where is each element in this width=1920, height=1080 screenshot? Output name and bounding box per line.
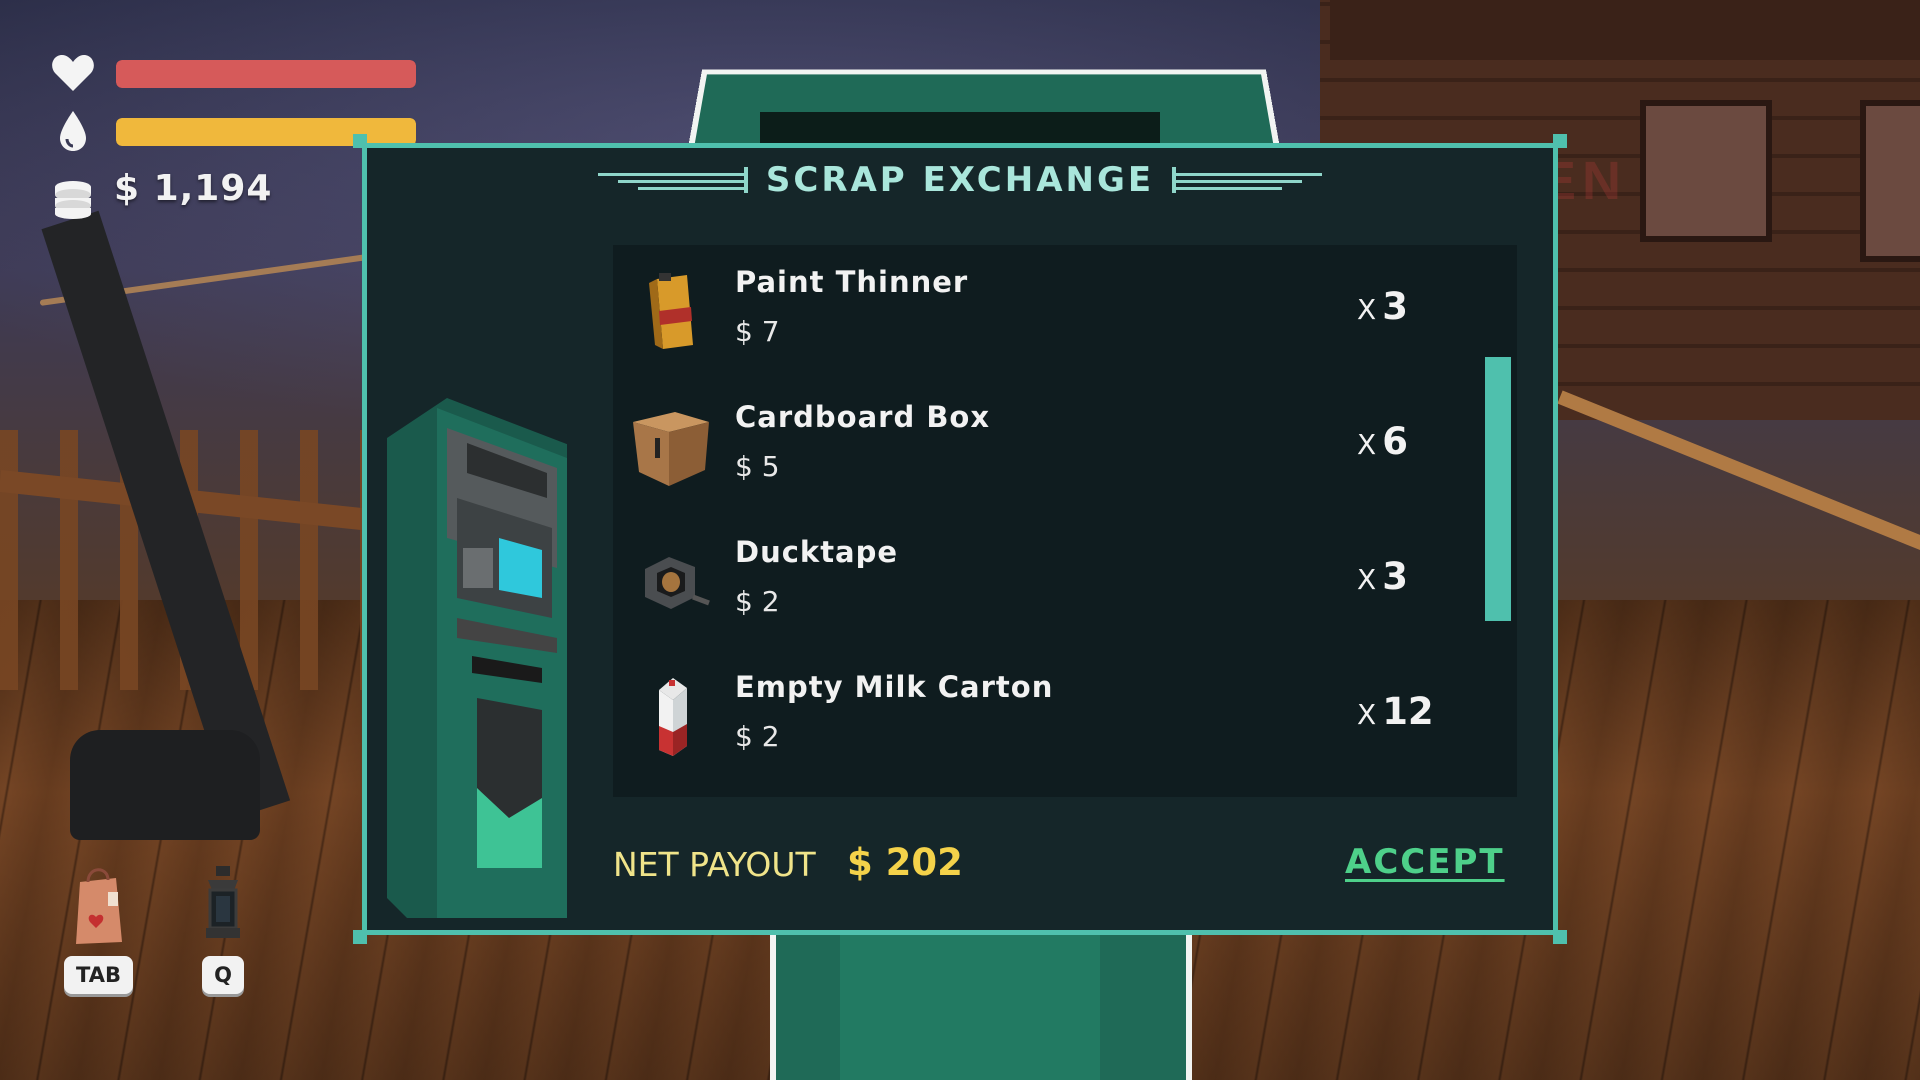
quantity-value: 6	[1382, 420, 1408, 463]
list-scrollbar[interactable]	[1483, 245, 1511, 797]
item-quantity: X6	[1357, 420, 1408, 463]
corner-ornament	[353, 134, 367, 148]
paint-thinner-can-icon	[629, 269, 713, 353]
quantity-prefix: X	[1357, 428, 1377, 461]
item-name: Cardboard Box	[735, 400, 991, 434]
coins-stack-icon	[50, 176, 96, 222]
ducktape-icon	[629, 539, 713, 623]
net-payout-value: $ 202	[847, 841, 963, 884]
building-roof	[1330, 0, 1920, 60]
panel-header: SCRAP EXCHANGE	[367, 160, 1553, 200]
thirst-bar	[116, 118, 416, 146]
water-drop-icon	[50, 108, 96, 154]
quantity-value: 3	[1382, 285, 1408, 328]
scrap-exchange-panel: SCRAP EXCHANGE Paint Thinner $ 7 X 3 Car…	[353, 134, 1567, 944]
hotkey-lantern[interactable]: Q	[198, 862, 248, 994]
list-item[interactable]: Ducktape $ 2 X3	[613, 515, 1473, 645]
item-quantity: X 12	[1357, 690, 1434, 733]
health-bar-fill	[116, 60, 416, 88]
quantity-value: 12	[1382, 690, 1434, 733]
quantity-prefix: X	[1357, 563, 1377, 596]
item-quantity: X3	[1357, 285, 1408, 328]
scrap-item-list[interactable]: Paint Thinner $ 7 X3 Cardboard Box $ 5 X…	[613, 245, 1517, 797]
corner-ornament	[353, 930, 367, 944]
key-q: Q	[202, 956, 244, 994]
list-item[interactable]: Empty Milk Carton $ 2 X 12	[613, 650, 1473, 780]
item-price: $ 7	[735, 315, 780, 348]
title-ornament-right	[1172, 167, 1323, 193]
scrollbar-thumb[interactable]	[1485, 357, 1511, 621]
quantity-prefix: X	[1357, 698, 1377, 731]
money-row: $ 1,194	[50, 168, 271, 222]
lantern-icon	[198, 862, 248, 950]
machine-body-inner	[840, 930, 1100, 1080]
health-row	[50, 50, 416, 96]
list-item[interactable]: Paint Thinner $ 7 X3	[613, 245, 1473, 375]
health-bar	[116, 60, 416, 88]
building-window	[1860, 100, 1920, 262]
hotkey-inventory[interactable]: TAB	[64, 862, 133, 994]
item-name: Ducktape	[735, 535, 899, 569]
list-item[interactable]: Cardboard Box $ 5 X6	[613, 380, 1473, 510]
painting-frame	[1640, 100, 1772, 242]
item-name: Paint Thinner	[735, 265, 969, 299]
item-price: $ 2	[735, 720, 780, 753]
net-payout-label: NET PAYOUT	[613, 845, 816, 884]
panel-title: SCRAP EXCHANGE	[765, 160, 1155, 200]
cardboard-box-icon	[629, 404, 713, 488]
title-ornament-left	[597, 167, 748, 193]
quantity-value: 3	[1382, 555, 1408, 598]
item-price: $ 5	[735, 450, 780, 483]
quantity-prefix: X	[1357, 293, 1377, 326]
item-name: Empty Milk Carton	[735, 670, 1054, 704]
thirst-bar-fill	[116, 118, 416, 146]
accept-button[interactable]: ACCEPT	[1345, 842, 1505, 882]
key-tab: TAB	[64, 956, 133, 994]
money-amount: $ 1,194	[114, 168, 273, 209]
item-quantity: X3	[1357, 555, 1408, 598]
shopping-bag-icon	[68, 862, 128, 950]
item-price: $ 2	[735, 585, 780, 618]
corner-ornament	[1553, 134, 1567, 148]
lamp-pole-base	[70, 730, 260, 840]
exchange-machine-illustration	[377, 398, 577, 918]
thirst-row	[50, 108, 416, 154]
milk-carton-icon	[629, 674, 713, 758]
corner-ornament	[1553, 930, 1567, 944]
heart-icon	[50, 50, 96, 96]
